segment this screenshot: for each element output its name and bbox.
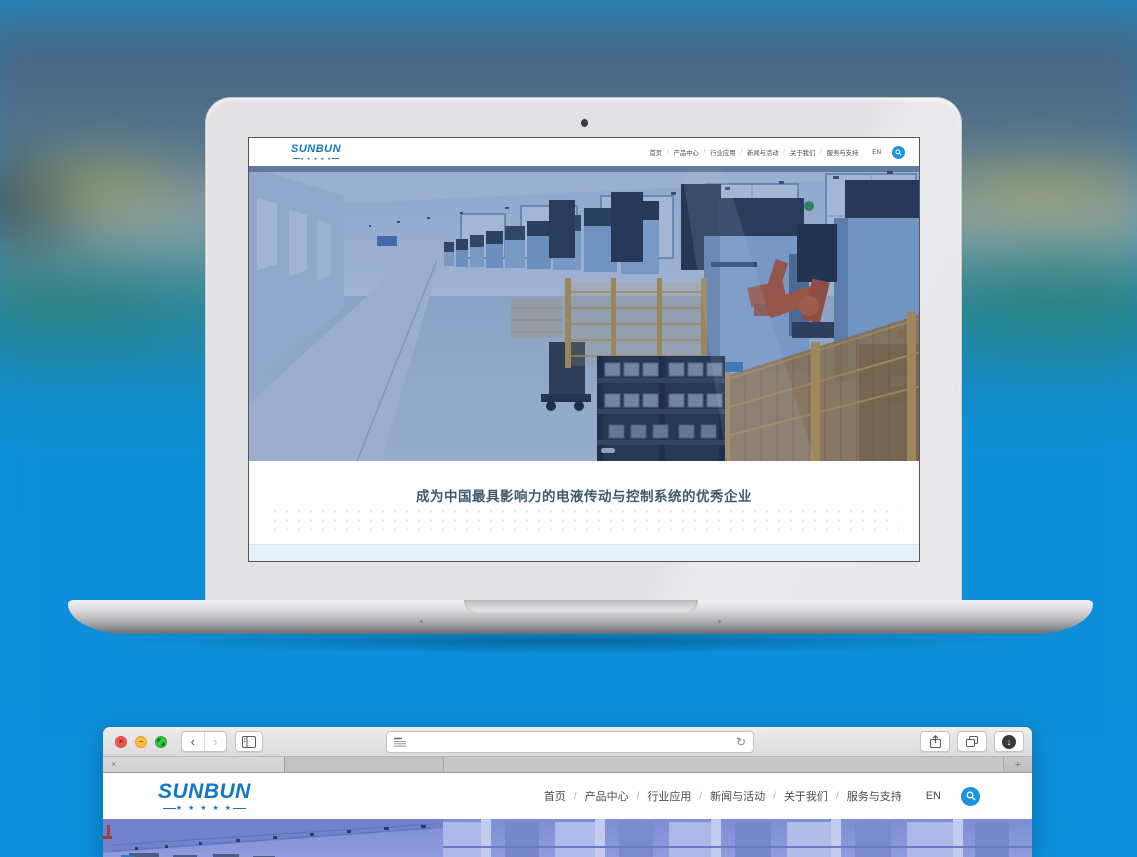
nav-separator: / [699,791,702,802]
sunbun-logo[interactable]: SUNBUN ★ ★ ★ ★ ★ [291,144,341,161]
tab-close-icon[interactable]: × [111,760,116,769]
sunbun-logo[interactable]: SUNBUN ★ ★ ★ ★ ★ [158,781,251,812]
share-button[interactable] [920,731,950,752]
site-header: SUNBUN ★ ★ ★ ★ ★ 首页 / 产品中心 / 行业应用 / 新闻与活… [249,138,919,166]
window-controls: × − [115,736,167,748]
logo-stars: ★ ★ ★ ★ ★ [293,157,338,161]
close-window-button[interactable]: × [115,736,127,748]
nav-separator: / [773,791,776,802]
nav-separator: / [667,149,669,155]
logo-text: SUNBUN [158,781,251,802]
tab-overview-button[interactable] [957,731,987,752]
dotted-map-pattern [269,507,899,537]
reader-icon [394,737,406,747]
laptop-screen: SUNBUN ★ ★ ★ ★ ★ 首页 / 产品中心 / 行业应用 / 新闻与活… [248,137,920,562]
laptop-lid: SUNBUN ★ ★ ★ ★ ★ 首页 / 产品中心 / 行业应用 / 新闻与活… [205,97,962,600]
website-browser: SUNBUN ★ ★ ★ ★ ★ 首页 / 产品中心 / 行业应用 / 新闻与活… [103,773,1032,857]
tagline-section: 成为中国最具影响力的电液传动与控制系统的优秀企业 [249,461,919,544]
forward-button[interactable]: › [205,732,227,751]
nav-item-industries[interactable]: 行业应用 [647,788,691,804]
site-header: SUNBUN ★ ★ ★ ★ ★ 首页 / 产品中心 / 行业应用 / 新闻与活… [103,773,1032,819]
sidebar-toggle-button[interactable] [235,731,263,752]
nav-separator: / [741,149,743,155]
tab-inactive[interactable] [444,757,1004,772]
hero-factory-strip [103,819,1032,857]
zoom-window-button[interactable] [155,736,167,748]
safari-browser-window: × − ‹ › ↻ ↓ [103,727,1032,857]
language-switch[interactable]: EN [872,149,881,156]
nav-item-news[interactable]: 新闻与活动 [710,788,765,804]
nav-item-support[interactable]: 服务与支持 [827,148,858,157]
nav-separator: / [574,791,577,802]
toolbar-right-buttons: ↓ [920,731,1024,752]
reload-icon[interactable]: ↻ [736,736,746,748]
nav-item-products[interactable]: 产品中心 [585,788,629,804]
footer-strip [249,544,919,562]
back-button[interactable]: ‹ [182,732,205,751]
downloads-button[interactable]: ↓ [994,731,1024,752]
browser-viewport: SUNBUN ★ ★ ★ ★ ★ 首页 / 产品中心 / 行业应用 / 新闻与活… [103,773,1032,857]
browser-toolbar: × − ‹ › ↻ ↓ [103,727,1032,757]
nav-separator: / [836,791,839,802]
nav-separator: / [784,149,786,155]
nav-separator: / [704,149,706,155]
nav-separator: / [820,149,822,155]
base-vent-dot [718,620,721,623]
search-icon[interactable] [961,787,980,806]
base-vent-dot [420,620,423,623]
website-laptop: SUNBUN ★ ★ ★ ★ ★ 首页 / 产品中心 / 行业应用 / 新闻与活… [249,138,919,562]
new-tab-button[interactable]: + [1004,757,1032,772]
laptop-mockup: SUNBUN ★ ★ ★ ★ ★ 首页 / 产品中心 / 行业应用 / 新闻与活… [0,0,1137,700]
nav-item-support[interactable]: 服务与支持 [847,788,902,804]
tab-inactive[interactable] [285,757,444,772]
language-switch[interactable]: EN [926,790,941,802]
nav-item-about[interactable]: 关于我们 [784,788,828,804]
main-nav: 首页 / 产品中心 / 行业应用 / 新闻与活动 / 关于我们 / 服务与支持 … [649,146,905,159]
laptop-base [68,600,1093,634]
logo-stars: ★ ★ ★ ★ ★ [163,805,246,812]
address-bar[interactable]: ↻ [386,731,754,753]
nav-item-about[interactable]: 关于我们 [790,148,815,157]
history-nav-group: ‹ › [181,731,227,752]
hero-tagline: 成为中国最具影响力的电液传动与控制系统的优秀企业 [249,485,919,505]
search-icon[interactable] [892,146,905,159]
nav-item-home[interactable]: 首页 [544,788,566,804]
nav-separator: / [637,791,640,802]
tab-bar: × + [103,757,1032,773]
tab-active[interactable]: × [103,757,285,772]
nav-item-products[interactable]: 产品中心 [674,148,699,157]
laptop-camera-dot [581,119,588,127]
hero-factory-image [249,166,919,461]
nav-item-home[interactable]: 首页 [649,148,662,157]
nav-item-industries[interactable]: 行业应用 [710,148,735,157]
nav-item-news[interactable]: 新闻与活动 [747,148,778,157]
download-icon: ↓ [1002,735,1016,749]
laptop-base-notch [464,600,698,613]
main-nav: 首页 / 产品中心 / 行业应用 / 新闻与活动 / 关于我们 / 服务与支持 … [544,787,980,806]
logo-text: SUNBUN [291,144,341,155]
minimize-window-button[interactable]: − [135,736,147,748]
